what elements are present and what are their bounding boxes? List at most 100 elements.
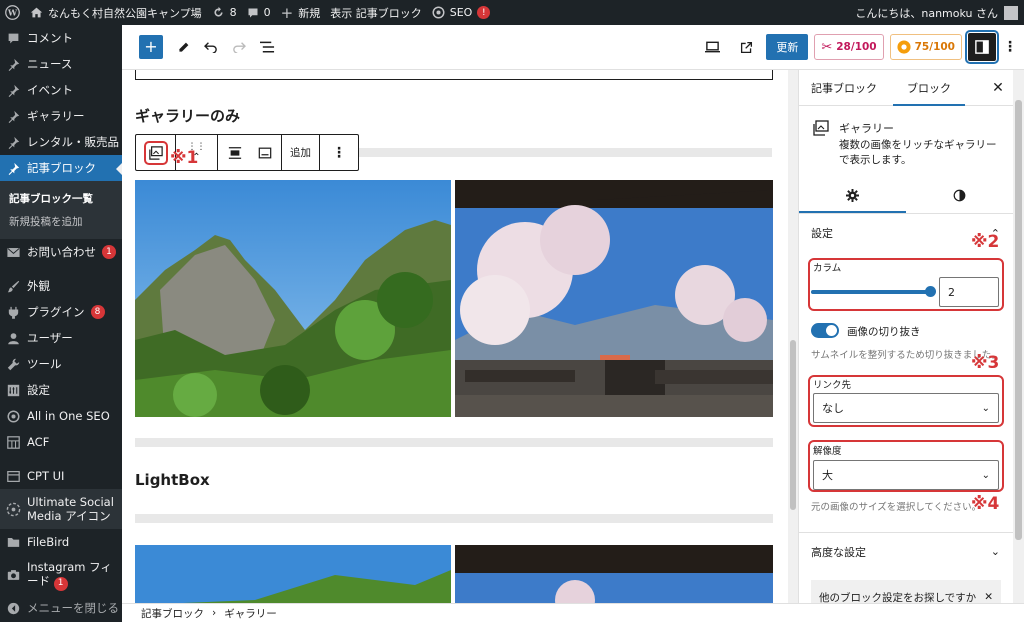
comments-link[interactable]: 0 (242, 0, 276, 25)
seo-menu[interactable]: SEO ! (427, 0, 496, 25)
gallery-image-mountain[interactable] (135, 180, 451, 417)
undo-button[interactable] (197, 33, 225, 61)
columns-slider[interactable] (811, 286, 936, 297)
resolution-select[interactable]: 大 ⌄ (813, 460, 999, 490)
sidebar-item-acf[interactable]: ACF (0, 429, 122, 455)
view-post-button[interactable] (732, 33, 760, 61)
preview-button[interactable] (698, 33, 726, 61)
new-content-link[interactable]: + 新規 (276, 0, 326, 25)
breadcrumb-document[interactable]: 記事ブロック (141, 606, 204, 621)
sidebar-item-appearance[interactable]: 外観 (0, 273, 122, 299)
plus-icon: + (280, 3, 294, 22)
plug-icon (6, 305, 21, 320)
lightbox-image-mountain[interactable] (135, 545, 451, 603)
site-name-link[interactable]: なんもく村自然公園キャンプ場 (25, 0, 207, 25)
options-menu-button[interactable]: ⋮ (1002, 33, 1018, 61)
sidebar-item-settings[interactable]: 設定 (0, 377, 122, 403)
close-icon[interactable]: ✕ (984, 591, 993, 603)
undo-icon (204, 41, 218, 53)
updates-link[interactable]: 8 (207, 0, 242, 25)
sidebar-item-instagram[interactable]: Instagram フィード 1 (0, 555, 122, 595)
tab-settings[interactable] (799, 178, 906, 213)
chevron-right-icon: › (212, 607, 217, 619)
redo-button[interactable] (225, 33, 253, 61)
truseo-score-value: 75/100 (914, 41, 955, 53)
canvas-scrollbar[interactable] (788, 70, 798, 603)
add-images-button[interactable]: 追加 (282, 135, 320, 170)
crop-images-toggle[interactable] (811, 323, 839, 338)
sidebar-item-cptui[interactable]: CPT UI (0, 463, 122, 489)
close-panel-button[interactable]: ✕ (983, 80, 1013, 96)
seo-score-button[interactable]: ✂ 28/100 (814, 34, 884, 60)
block-options-button[interactable]: ⋮ (320, 135, 358, 170)
pin-icon (6, 135, 21, 150)
avatar[interactable] (1004, 5, 1018, 20)
sidebar-item-comments[interactable]: コメント (0, 25, 122, 51)
update-button[interactable]: 更新 (766, 34, 809, 60)
resolution-label: 解像度 (813, 446, 842, 457)
block-inserter-button[interactable]: + (139, 35, 163, 59)
advanced-settings-toggle[interactable]: 高度な設定 ⌄ (799, 532, 1013, 570)
mail-icon (6, 245, 21, 260)
sidebar-item-label: ACF (27, 435, 50, 449)
pin-icon (6, 83, 21, 98)
admin-sidebar: コメント ニュース イベント ギャラリー レンタル・販売品 記事ブロック 記事ブ… (0, 25, 122, 622)
columns-value: 2 (948, 285, 955, 299)
tab-post[interactable]: 記事ブロック (799, 70, 889, 106)
more-settings-notice: 他のブロック設定をお探しですか ✕ (811, 580, 1001, 603)
list-view-icon (259, 41, 275, 53)
comment-icon (247, 7, 259, 19)
sidebar-item-article-block[interactable]: 記事ブロック (0, 155, 122, 181)
wordpress-logo-icon[interactable]: W (0, 0, 25, 25)
sidebar-item-tools[interactable]: ツール (0, 351, 122, 377)
columns-slider-handle[interactable] (925, 286, 936, 297)
redo-icon (232, 41, 246, 53)
collapse-label: メニューを閉じる (27, 601, 119, 615)
sidebar-item-rental[interactable]: レンタル・販売品 (0, 129, 122, 155)
sidebar-item-social[interactable]: Ultimate Social Media アイコン (0, 489, 122, 529)
submenu-all-blocks[interactable]: 記事ブロック一覧 (0, 187, 122, 210)
document-overview-button[interactable] (253, 33, 281, 61)
settings-panel-toggle[interactable] (965, 30, 999, 64)
gallery-block-icon[interactable] (143, 140, 168, 165)
sidebar-item-events[interactable]: イベント (0, 77, 122, 103)
gallery-image-cherry-blossom[interactable] (455, 180, 773, 417)
block-card-title: ギャラリー (839, 122, 894, 135)
sidebar-item-filebird[interactable]: FileBird (0, 529, 122, 555)
camera-icon (6, 568, 21, 583)
admin-bar: W なんもく村自然公園キャンプ場 8 0 + 新規 表示 記事ブロック SEO … (0, 0, 1024, 25)
aioseo-icon (897, 40, 911, 54)
pencil-icon (177, 41, 190, 54)
columns-input[interactable]: 2 (939, 277, 999, 307)
home-icon (30, 6, 43, 19)
sidebar-item-users[interactable]: ユーザー (0, 325, 122, 351)
tab-block[interactable]: ブロック (893, 70, 965, 106)
separator-band (135, 438, 773, 447)
edit-tool-button[interactable] (169, 33, 197, 61)
inspector-scrollbar[interactable] (1013, 70, 1024, 603)
sidebar-item-label: プラグイン (27, 305, 85, 319)
sidebar-item-aioseo[interactable]: All in One SEO (0, 403, 122, 429)
tab-styles[interactable] (906, 178, 1013, 213)
lightbox-image-cherry-blossom[interactable] (455, 545, 773, 603)
breadcrumb-gallery[interactable]: ギャラリー (224, 606, 277, 621)
collapse-menu-button[interactable]: メニューを閉じる (0, 595, 122, 621)
sidebar-item-news[interactable]: ニュース (0, 51, 122, 77)
link-select[interactable]: なし ⌄ (813, 393, 999, 423)
align-button[interactable] (223, 141, 247, 165)
sidebar-item-contact[interactable]: お問い合わせ 1 (0, 239, 122, 265)
heading-gallery-only[interactable]: ギャラリーのみ (135, 105, 240, 126)
truseo-score-button[interactable]: 75/100 (889, 34, 962, 60)
view-post-link[interactable]: 表示 記事ブロック (325, 0, 427, 25)
heading-lightbox[interactable]: LightBox (135, 471, 210, 489)
gallery-icon (813, 120, 829, 168)
pin-icon (6, 161, 21, 176)
plus-icon: + (144, 37, 158, 56)
sidebar-item-gallery[interactable]: ギャラリー (0, 103, 122, 129)
chevron-down-icon: ⌄ (981, 469, 990, 481)
submenu-add-new[interactable]: 新規投稿を追加 (0, 210, 122, 233)
user-greeting[interactable]: こんにちは、nanmoku さん (855, 5, 998, 21)
previous-block[interactable] (135, 70, 773, 80)
sidebar-item-plugins[interactable]: プラグイン 8 (0, 299, 122, 325)
caption-button[interactable] (253, 141, 277, 165)
